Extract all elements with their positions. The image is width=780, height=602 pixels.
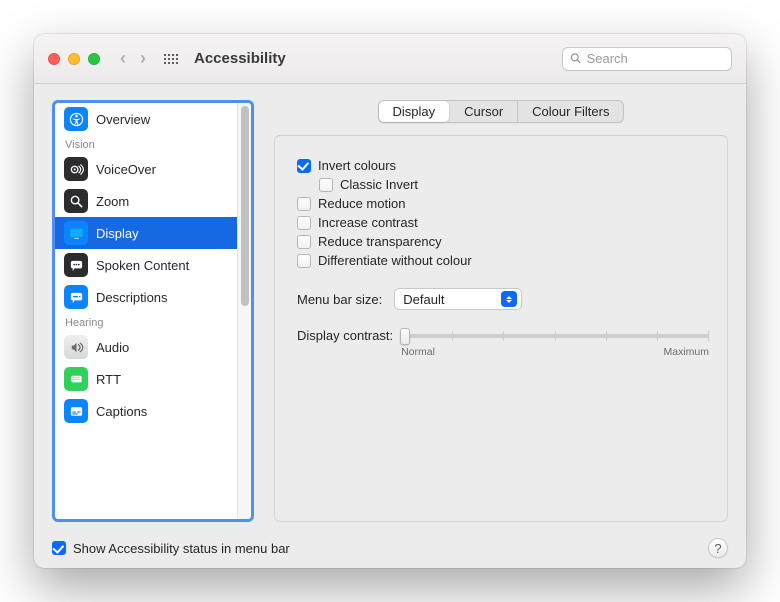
accessibility-icon — [64, 107, 88, 131]
sidebar-item-label: Descriptions — [96, 290, 168, 305]
label-display-contrast: Display contrast: — [297, 328, 393, 343]
sidebar-item-label: Overview — [96, 112, 150, 127]
label-classic-invert: Classic Invert — [340, 177, 418, 192]
label-reduce-transparency: Reduce transparency — [318, 234, 442, 249]
label-reduce-motion: Reduce motion — [318, 196, 405, 211]
sidebar-item-label: RTT — [96, 372, 121, 387]
voiceover-icon — [64, 157, 88, 181]
sidebar-item-overview[interactable]: Overview — [55, 103, 237, 135]
checkbox-classic-invert[interactable] — [319, 178, 333, 192]
traffic-lights — [48, 53, 100, 65]
search-icon — [570, 52, 582, 65]
sidebar-section-vision: Vision — [55, 135, 237, 153]
sidebar-item-rtt[interactable]: RTT — [55, 363, 237, 395]
sidebar-item-label: Spoken Content — [96, 258, 189, 273]
show-all-prefs-button[interactable] — [164, 51, 180, 67]
chevron-updown-icon — [501, 291, 517, 307]
row-display-contrast: Display contrast: Normal Maximum — [297, 328, 709, 358]
select-value: Default — [403, 292, 444, 307]
row-reduce-transparency: Reduce transparency — [297, 234, 709, 249]
slider-labels: Normal Maximum — [401, 346, 709, 358]
row-invert-colours: Invert colours — [297, 158, 709, 173]
slider-max-label: Maximum — [663, 346, 709, 358]
audio-icon — [64, 335, 88, 359]
sidebar-item-label: Display — [96, 226, 139, 241]
tab-cursor[interactable]: Cursor — [449, 101, 517, 122]
sidebar-section-hearing: Hearing — [55, 313, 237, 331]
row-differentiate: Differentiate without colour — [297, 253, 709, 268]
sidebar-item-descriptions[interactable]: Descriptions — [55, 281, 237, 313]
tab-colour-filters[interactable]: Colour Filters — [517, 101, 623, 122]
display-icon — [64, 221, 88, 245]
label-differentiate: Differentiate without colour — [318, 253, 472, 268]
row-menu-bar-size: Menu bar size: Default — [297, 288, 709, 310]
checkbox-increase-contrast[interactable] — [297, 216, 311, 230]
zoom-window-button[interactable] — [88, 53, 100, 65]
main-panel: Display Cursor Colour Filters Invert col… — [274, 100, 728, 522]
titlebar: ‹ › Accessibility — [34, 34, 746, 84]
slider-min-label: Normal — [401, 346, 435, 358]
slider-ticks — [401, 331, 709, 341]
sidebar-item-label: Audio — [96, 340, 129, 355]
tab-display[interactable]: Display — [379, 101, 450, 122]
forward-button[interactable]: › — [140, 48, 146, 69]
search-input[interactable] — [587, 51, 724, 66]
scrollbar-thumb[interactable] — [241, 106, 249, 306]
body: Overview Vision VoiceOver Zoom — [34, 84, 746, 528]
row-show-status: Show Accessibility status in menu bar — [52, 541, 290, 556]
sidebar-item-label: Zoom — [96, 194, 129, 209]
label-increase-contrast: Increase contrast — [318, 215, 418, 230]
sidebar-item-display[interactable]: Display — [55, 217, 237, 249]
label-menu-bar-size: Menu bar size: — [297, 292, 382, 307]
display-options-panel: Invert colours Classic Invert Reduce mot… — [274, 135, 728, 522]
slider-display-contrast[interactable] — [401, 334, 709, 338]
close-window-button[interactable] — [48, 53, 60, 65]
accessibility-pref-window: ‹ › Accessibility Overview Vision — [34, 34, 746, 568]
sidebar-item-zoom[interactable]: Zoom — [55, 185, 237, 217]
row-reduce-motion: Reduce motion — [297, 196, 709, 211]
select-menu-bar-size[interactable]: Default — [394, 288, 522, 310]
zoom-icon — [64, 189, 88, 213]
sidebar-item-captions[interactable]: Captions — [55, 395, 237, 427]
window-title: Accessibility — [194, 50, 286, 67]
minimize-window-button[interactable] — [68, 53, 80, 65]
sidebar-item-label: Captions — [96, 404, 147, 419]
checkbox-differentiate[interactable] — [297, 254, 311, 268]
sidebar-item-voiceover[interactable]: VoiceOver — [55, 153, 237, 185]
slider-thumb[interactable] — [400, 328, 410, 345]
captions-icon — [64, 399, 88, 423]
footer: Show Accessibility status in menu bar ? — [34, 528, 746, 568]
row-classic-invert: Classic Invert — [319, 177, 709, 192]
sidebar-item-audio[interactable]: Audio — [55, 331, 237, 363]
spoken-content-icon — [64, 253, 88, 277]
descriptions-icon — [64, 285, 88, 309]
label-show-status: Show Accessibility status in menu bar — [73, 541, 290, 556]
rtt-icon — [64, 367, 88, 391]
help-button[interactable]: ? — [708, 538, 728, 558]
label-invert-colours: Invert colours — [318, 158, 396, 173]
checkbox-show-status[interactable] — [52, 541, 66, 555]
row-increase-contrast: Increase contrast — [297, 215, 709, 230]
sidebar-scrollbar[interactable] — [237, 103, 251, 519]
search-field[interactable] — [562, 47, 732, 71]
sidebar-item-spoken-content[interactable]: Spoken Content — [55, 249, 237, 281]
nav-buttons: ‹ › — [120, 48, 146, 69]
back-button[interactable]: ‹ — [120, 48, 126, 69]
checkbox-reduce-motion[interactable] — [297, 197, 311, 211]
tab-bar: Display Cursor Colour Filters — [378, 100, 625, 123]
sidebar: Overview Vision VoiceOver Zoom — [52, 100, 254, 522]
sidebar-item-label: VoiceOver — [96, 162, 156, 177]
checkbox-invert-colours[interactable] — [297, 159, 311, 173]
checkbox-reduce-transparency[interactable] — [297, 235, 311, 249]
